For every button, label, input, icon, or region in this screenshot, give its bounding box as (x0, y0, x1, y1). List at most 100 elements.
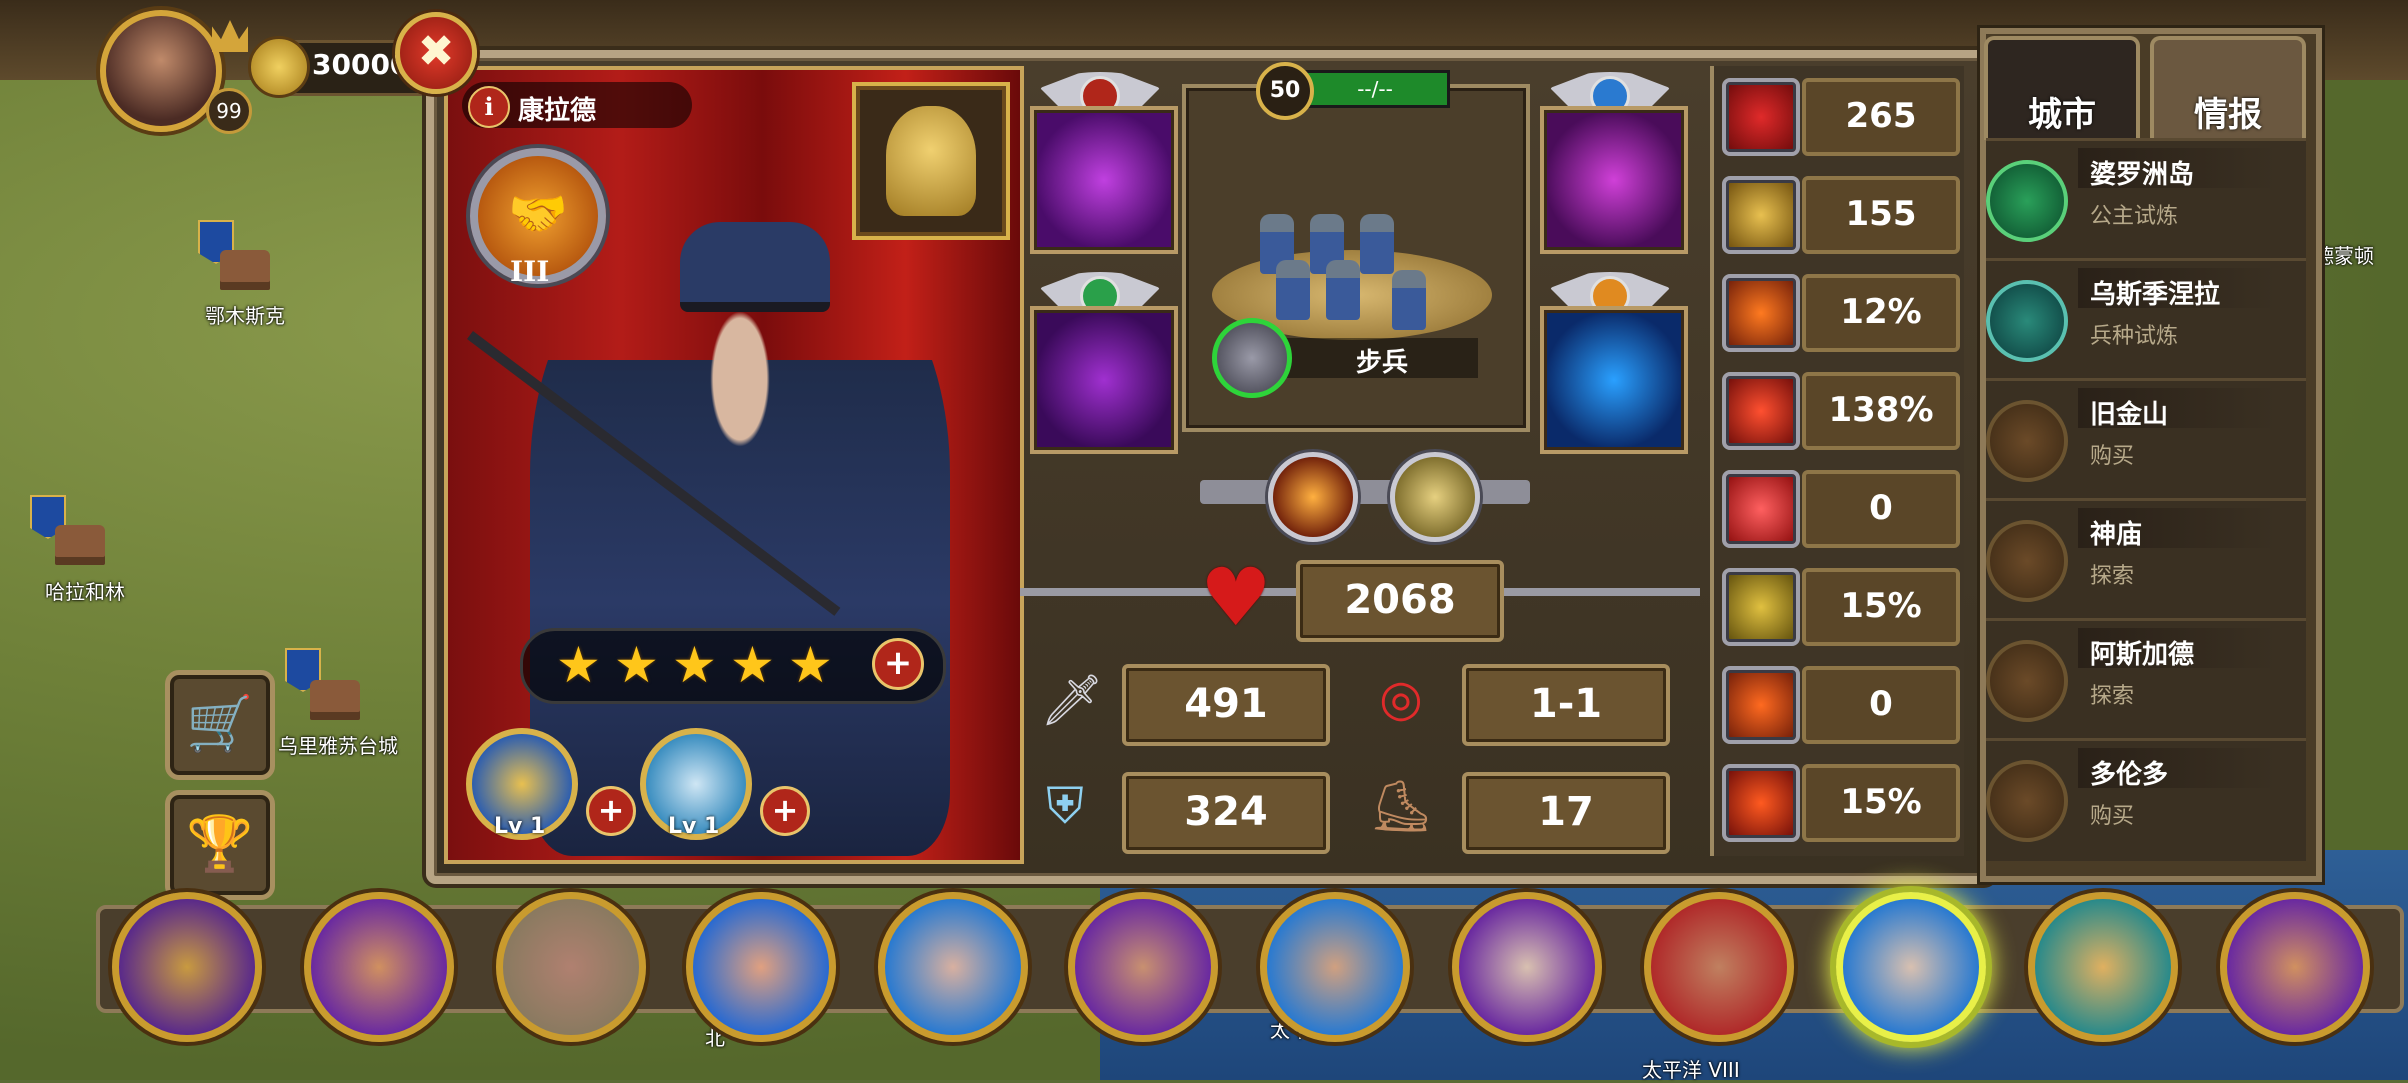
town-icon[interactable] (55, 525, 105, 565)
city-name: 阿斯加德 (2090, 640, 2195, 670)
close-icon: ✖ (417, 26, 455, 77)
right-stat-7: 0 (1802, 666, 1960, 744)
right-stat-5: 0 (1802, 470, 1960, 548)
player-avatar[interactable] (100, 10, 222, 132)
star-icon: ★ (614, 636, 659, 694)
info-icon[interactable]: i (468, 86, 510, 128)
city-name: 婆罗洲岛 (2090, 160, 2195, 190)
hero-thumb[interactable] (686, 892, 836, 1042)
city-action: 购买 (2090, 804, 2135, 829)
city-name: 旧金山 (2090, 400, 2169, 430)
orb-rail (1200, 480, 1530, 504)
shop-cart-button[interactable]: 🛒 (165, 670, 275, 780)
cart-icon: 🛒 (186, 692, 254, 755)
right-stat-4: 138% (1802, 372, 1960, 450)
hero-thumb[interactable] (304, 892, 454, 1042)
equip-crown-slot[interactable] (1540, 306, 1688, 454)
target-icon: ◎ (1379, 669, 1423, 727)
map-label-edmonton: 德蒙顿 (2314, 244, 2374, 268)
tab-intel[interactable]: 情报 (2150, 36, 2306, 140)
city-action: 购买 (2090, 444, 2135, 469)
map-label-karakorum: 哈拉和林 (45, 580, 125, 604)
hero-thumb[interactable] (1644, 892, 1794, 1042)
scales-icon (1986, 760, 2068, 842)
hero-thumb[interactable] (1260, 892, 1410, 1042)
equip-armor-slot[interactable] (1540, 106, 1688, 254)
gold-speed-icon (1722, 176, 1800, 254)
city-name: 乌斯季涅拉 (2090, 280, 2221, 310)
gold-shield-orb-icon[interactable] (1390, 452, 1480, 542)
speed-value: 17 (1462, 772, 1670, 854)
troop-commander-avatar[interactable] (1212, 318, 1292, 398)
hero-thumb[interactable] (2028, 892, 2178, 1042)
flame-crit-icon (1722, 274, 1800, 352)
scales-icon (1986, 400, 2068, 482)
city-name: 神庙 (2090, 520, 2143, 550)
troop-exp-bar: --/-- (1300, 70, 1450, 108)
sword-icon: 🗡 (1040, 671, 1104, 729)
map-label-omsk: 鄂木斯克 (205, 304, 285, 328)
hero-thumb[interactable] (1452, 892, 1602, 1042)
player-level-badge: 99 (206, 88, 252, 134)
star-icon: ★ (672, 636, 717, 694)
heart-icon: ♥ (1200, 551, 1272, 644)
fist-icon (1722, 666, 1800, 744)
city-action: 兵种试炼 (2090, 324, 2179, 349)
fire-orb-icon[interactable] (1268, 452, 1358, 542)
helmet-badge-icon[interactable] (852, 82, 1010, 240)
close-button[interactable]: ✖ (395, 12, 477, 94)
troop-level: 50 (1256, 62, 1314, 120)
star-icon: ★ (788, 636, 833, 694)
sword-emblem-icon (1986, 280, 2068, 362)
shield-icon: ⛨ (1046, 777, 1084, 835)
town-icon[interactable] (310, 680, 360, 720)
hero-name: 康拉德 (518, 96, 597, 126)
boot-icon: ⛸ (1369, 777, 1433, 835)
upgrade-star-button[interactable]: + (872, 638, 924, 690)
heal-cross-icon (1722, 470, 1800, 548)
hero-thumb[interactable] (878, 892, 1028, 1042)
right-stat-3: 12% (1802, 274, 1960, 352)
soldier-figure (1276, 260, 1310, 320)
skill-1-level: Lv 1 (494, 814, 546, 839)
trophy-button[interactable]: 🏆 (165, 790, 275, 900)
temple-icon (1986, 640, 2068, 722)
range-value: 1-1 (1462, 664, 1670, 746)
hero-thumb[interactable] (112, 892, 262, 1042)
right-stat-8: 15% (1802, 764, 1960, 842)
hero-thumb[interactable] (496, 892, 646, 1042)
town-icon[interactable] (220, 250, 270, 290)
soldier-figure (1326, 260, 1360, 320)
hero-cap (680, 222, 830, 312)
star-icon: ★ (730, 636, 775, 694)
rank-up-arrow-icon (1722, 568, 1800, 646)
trophy-icon: 🏆 (186, 812, 254, 875)
equip-weapon-slot[interactable] (1030, 106, 1178, 254)
star-icon: ★ (556, 636, 601, 694)
defense-value: 324 (1122, 772, 1330, 854)
temple-icon (1986, 520, 2068, 602)
hero-rank-label: III (510, 255, 550, 288)
upgrade-skill-1-button[interactable]: + (586, 786, 636, 836)
city-action: 探索 (2090, 564, 2135, 589)
right-stat-6: 15% (1802, 568, 1960, 646)
map-label-pacific-viii: 太平洋 VIII (1642, 1058, 1740, 1082)
hero-thumb-selected[interactable] (1836, 892, 1986, 1042)
hero-thumb[interactable] (2220, 892, 2370, 1042)
hp-value: 2068 (1296, 560, 1504, 642)
hero-thumb[interactable] (1068, 892, 1218, 1042)
right-stat-2: 155 (1802, 176, 1960, 254)
city-action: 公主试炼 (2090, 204, 2179, 229)
troop-name: 步兵 (1356, 348, 1409, 378)
tab-city[interactable]: 城市 (1984, 36, 2140, 140)
sword-damage-icon (1722, 372, 1800, 450)
ring-gem-icon (1986, 160, 2068, 242)
right-stat-1: 265 (1802, 78, 1960, 156)
equip-boots-slot[interactable] (1030, 306, 1178, 454)
soldier-figure (1392, 270, 1426, 330)
upgrade-skill-2-button[interactable]: + (760, 786, 810, 836)
skill-2-level: Lv 1 (668, 814, 720, 839)
soldier-figure (1360, 214, 1394, 274)
city-name: 多伦多 (2090, 760, 2169, 790)
rage-figure-icon (1722, 764, 1800, 842)
